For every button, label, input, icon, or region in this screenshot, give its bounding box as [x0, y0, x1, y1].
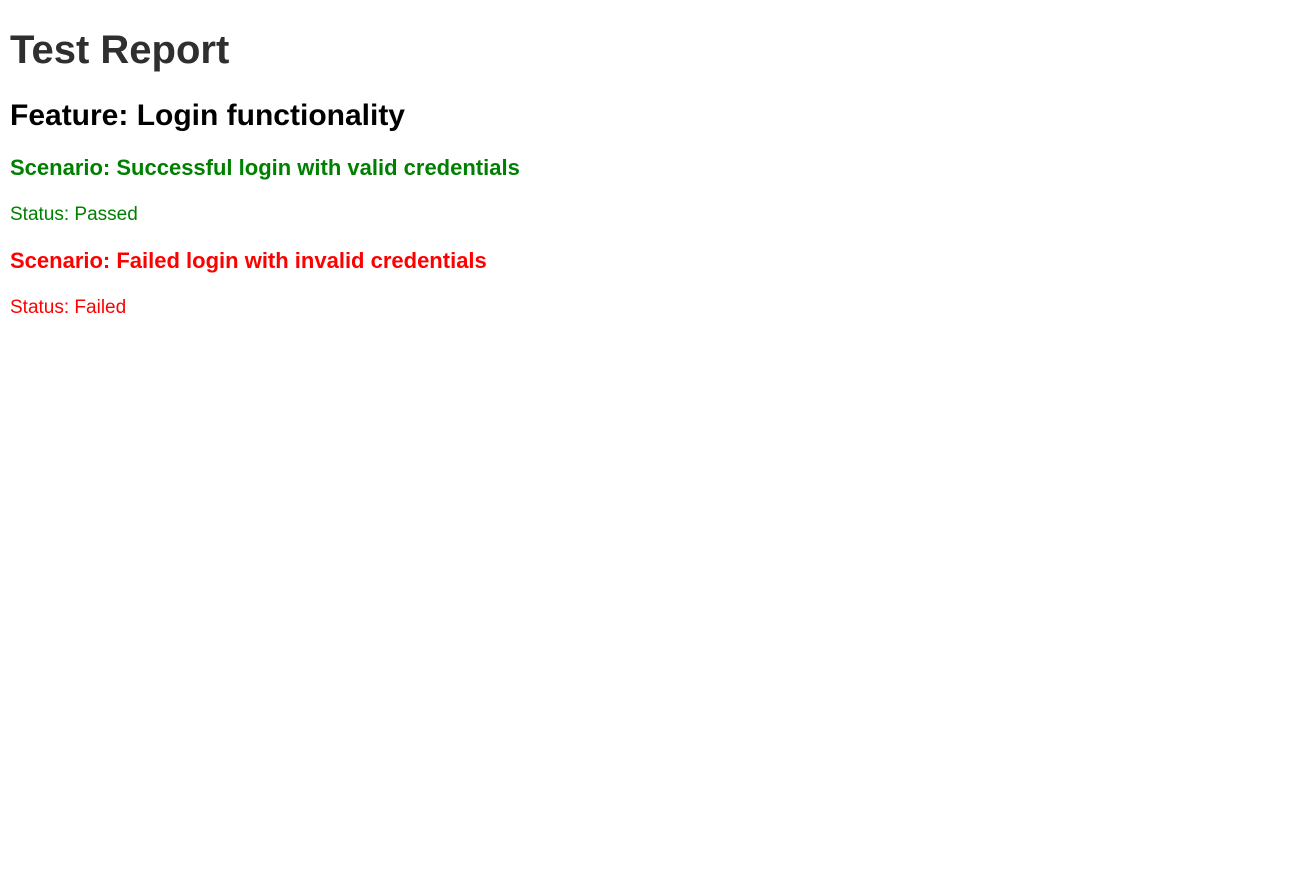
- scenario-status: Status: Failed: [10, 297, 127, 318]
- page-title: Test Report: [10, 28, 230, 72]
- scenario-passed: Scenario: Successful login with valid cr…: [10, 155, 1285, 226]
- scenario-title: Scenario: Successful login with valid cr…: [10, 155, 520, 180]
- scenario-title: Scenario: Failed login with invalid cred…: [10, 248, 487, 273]
- scenario-status: Status: Passed: [10, 204, 138, 225]
- feature-title: Feature: Login functionality: [10, 99, 405, 132]
- scenario-failed: Scenario: Failed login with invalid cred…: [10, 248, 1285, 319]
